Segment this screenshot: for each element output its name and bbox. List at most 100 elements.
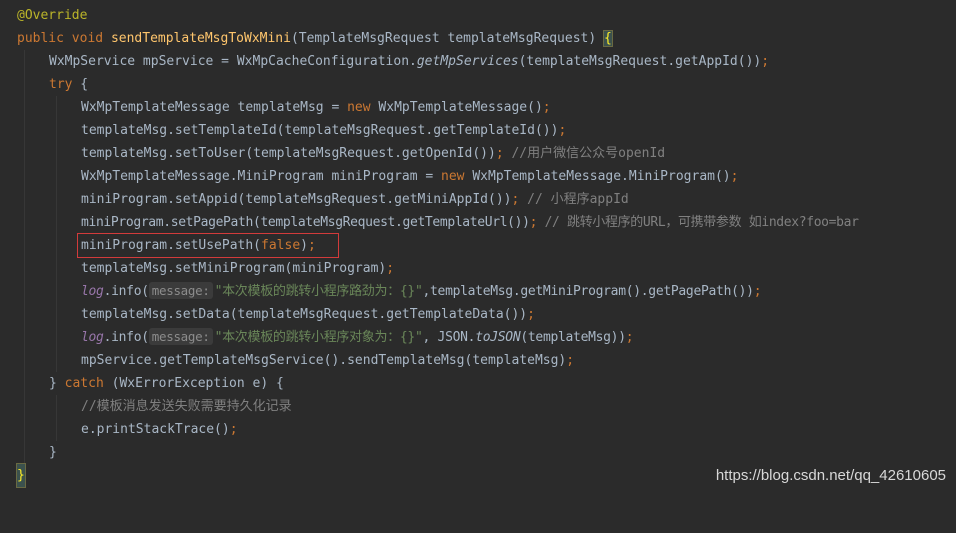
indent-guide	[24, 165, 25, 188]
watermark: https://blog.csdn.net/qq_42610605	[715, 467, 946, 484]
semicolon: ;	[753, 284, 762, 299]
code-text: templateMsg.setMiniProgram(miniProgram)	[81, 261, 387, 276]
indent-guide	[24, 326, 25, 349]
code-line-10: miniProgram.setPagePath(templateMsgReque…	[0, 211, 956, 234]
semicolon: ;	[761, 54, 770, 69]
semicolon: ;	[386, 261, 395, 276]
indent-guide	[56, 119, 57, 142]
indent-guide	[56, 142, 57, 165]
code-text: miniProgram.setPagePath(templateMsgReque…	[81, 215, 530, 230]
param-hint: message:	[148, 282, 213, 299]
keyword-catch: catch	[64, 376, 104, 391]
code-text: templateMsg.setToUser(templateMsgRequest…	[81, 146, 496, 161]
code-text: WxMpTemplateMessage.MiniProgram()	[464, 169, 731, 184]
close-brace: }	[49, 445, 57, 460]
code-text: miniProgram.setAppid(templateMsgRequest.…	[81, 192, 512, 207]
log-field: log	[81, 284, 104, 299]
code-text: e.printStackTrace()	[81, 422, 230, 437]
indent-guide	[56, 326, 57, 349]
param-hint: message:	[148, 328, 213, 345]
indent-guide	[56, 96, 57, 119]
code-line-3: WxMpService mpService = WxMpCacheConfigu…	[0, 50, 956, 73]
code-text: (templateMsgRequest.getAppId())	[518, 54, 762, 69]
semicolon: ;	[730, 169, 739, 184]
indent-guide	[24, 349, 25, 372]
code-line-20: }	[0, 441, 956, 464]
code-editor[interactable]: @Override public void sendTemplateMsgToW…	[0, 0, 956, 494]
indent-guide	[56, 303, 57, 326]
indent-guide	[24, 303, 25, 326]
method-params: (TemplateMsgRequest templateMsgRequest)	[290, 31, 605, 46]
matched-close-brace: }	[16, 463, 26, 488]
log-field: log	[81, 330, 104, 345]
indent-guide	[24, 418, 25, 441]
semicolon: ;	[495, 146, 504, 161]
code-text: .info(	[103, 330, 149, 345]
matched-open-brace: {	[603, 30, 613, 47]
indent-guide	[24, 119, 25, 142]
code-text: .info(	[103, 284, 149, 299]
semicolon: ;	[229, 422, 238, 437]
indent-guide	[56, 234, 57, 257]
keyword-public: public	[17, 31, 64, 46]
code-text: WxMpTemplateMessage()	[370, 100, 543, 115]
code-text: WxMpTemplateMessage templateMsg =	[81, 100, 348, 115]
indent-guide	[56, 257, 57, 280]
code-text: templateMsg.setData(templateMsgRequest.g…	[81, 307, 528, 322]
keyword-new: new	[347, 100, 371, 115]
keyword-new: new	[441, 169, 465, 184]
code-text: ,templateMsg.getMiniProgram().getPagePat…	[422, 284, 754, 299]
code-line-15: log.info(message: "本次模板的跳转小程序对象为：{}", JSO…	[0, 326, 956, 349]
keyword-try: try	[49, 77, 73, 92]
code-line-16: mpService.getTemplateMsgService().sendTe…	[0, 349, 956, 372]
code-line-1: @Override	[0, 4, 956, 27]
indent-guide	[24, 142, 25, 165]
indent-guide	[24, 211, 25, 234]
indent-guide	[24, 441, 25, 464]
code-line-12: templateMsg.setMiniProgram(miniProgram);	[0, 257, 956, 280]
code-text-italic: toJSON	[475, 330, 521, 345]
code-text: WxMpTemplateMessage.MiniProgram miniProg…	[81, 169, 442, 184]
indent-guide	[24, 395, 25, 418]
code-line-2: public void sendTemplateMsgToWxMini(Temp…	[0, 27, 956, 50]
indent-guide	[24, 234, 25, 257]
method-name: sendTemplateMsgToWxMini	[110, 31, 291, 46]
code-text: }	[49, 376, 65, 391]
keyword-void: void	[71, 31, 104, 46]
indent-guide	[56, 280, 57, 303]
code-line-7: templateMsg.setToUser(templateMsgRequest…	[0, 142, 956, 165]
indent-guide	[24, 372, 25, 395]
indent-guide	[56, 165, 57, 188]
indent-guide	[24, 96, 25, 119]
indent-guide	[56, 395, 57, 418]
code-comment: // 小程序appId	[519, 192, 629, 207]
code-line-6: templateMsg.setTemplateId(templateMsgReq…	[0, 119, 956, 142]
code-comment: // 跳转小程序的URL，可携带参数 如index?foo=bar	[537, 215, 859, 230]
code-line-17: } catch (WxErrorException e) {	[0, 372, 956, 395]
code-line-18: //模板消息发送失败需要持久化记录	[0, 395, 956, 418]
code-line-14: templateMsg.setData(templateMsgRequest.g…	[0, 303, 956, 326]
semicolon: ;	[558, 123, 567, 138]
code-comment: //用户微信公众号openId	[503, 146, 666, 161]
code-line-9: miniProgram.setAppid(templateMsgRequest.…	[0, 188, 956, 211]
override-annotation: @Override	[17, 8, 88, 23]
indent-guide	[24, 73, 25, 96]
code-text: WxMpService mpService = WxMpCacheConfigu…	[49, 54, 417, 69]
code-text: , JSON.	[422, 330, 476, 345]
indent-guide	[24, 257, 25, 280]
indent-guide	[56, 188, 57, 211]
code-text: mpService.getTemplateMsgService().sendTe…	[81, 353, 567, 368]
semicolon: ;	[542, 100, 551, 115]
indent-guide	[56, 418, 57, 441]
semicolon: ;	[625, 330, 634, 345]
highlight-box	[77, 233, 339, 258]
semicolon: ;	[527, 307, 535, 322]
code-text: templateMsg.setTemplateId(templateMsgReq…	[81, 123, 559, 138]
code-line-8: WxMpTemplateMessage.MiniProgram miniProg…	[0, 165, 956, 188]
indent-guide	[24, 280, 25, 303]
semicolon: ;	[566, 353, 575, 368]
code-line-13: log.info(message: "本次模板的跳转小程序路劲为：{}",temp…	[0, 280, 956, 303]
indent-guide	[24, 50, 25, 73]
code-text: (templateMsg))	[520, 330, 626, 345]
code-text: {	[72, 77, 89, 92]
